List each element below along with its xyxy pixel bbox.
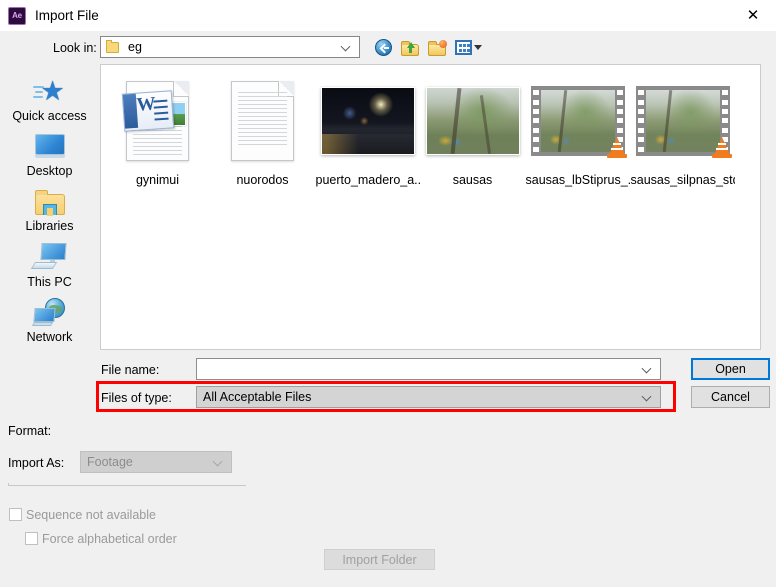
sidebar-item-this-pc[interactable]: This PC [0,240,99,295]
desktop-monitor-icon [33,129,67,163]
this-pc-icon [30,240,67,274]
import-as-select[interactable]: Footage [80,451,232,473]
files-of-type-label: Files of type: [101,391,172,405]
sidebar-item-desktop[interactable]: Desktop [0,129,99,184]
look-in-label: Look in: [53,41,97,55]
video-film-icon [630,73,735,169]
sidebar-item-label: This PC [27,274,72,289]
sidebar-item-network[interactable]: Network [0,295,99,350]
divider [8,485,246,486]
import-as-value: Footage [87,455,133,469]
import-file-dialog: Ae Import File ✕ Look in: eg ★ Quick acc… [0,0,776,587]
sidebar-item-label: Network [26,329,73,344]
file-name-label: sausas_silpnas_std [630,173,735,187]
back-arrow-icon [374,39,392,56]
sidebar-item-quick-access[interactable]: ★ Quick access [0,74,99,129]
view-menu-button[interactable] [453,37,483,58]
sidebar-item-libraries[interactable]: Libraries [0,184,99,239]
file-list-panel[interactable]: W gynimui nuorodos puerto_madero_a... sa… [100,64,761,350]
sidebar-item-label: Desktop [26,164,73,179]
chevron-down-icon[interactable] [643,392,652,401]
page-title: Import File [35,8,99,23]
files-of-type-value: All Acceptable Files [203,390,312,404]
file-item[interactable]: W gynimui [105,73,210,187]
new-folder-icon [427,39,447,56]
file-item[interactable]: sausas [420,73,525,187]
new-folder-button[interactable] [426,37,448,58]
force-alphabetical-checkbox[interactable] [25,532,38,545]
up-one-level-button[interactable] [399,37,421,58]
file-item[interactable]: sausas_silpnas_std [630,73,735,187]
chevron-down-icon [473,45,482,50]
photo-thumbnail [315,73,420,169]
cancel-button[interactable]: Cancel [691,386,770,408]
sidebar-item-label: Libraries [25,219,74,234]
look-in-value: eg [128,40,142,54]
sequence-checkbox-label: Sequence not available [26,508,156,522]
text-document-icon [210,73,315,169]
file-name-label: sausas_lbStiprus_... [525,173,630,187]
vlc-cone-icon [606,135,627,159]
file-name-label: nuorodos [236,173,289,187]
video-film-icon [525,73,630,169]
file-item[interactable]: sausas_lbStiprus_... [525,73,630,187]
ae-app-icon: Ae [8,6,26,25]
file-name-input[interactable] [196,358,661,380]
file-name-label: File name: [101,363,160,377]
files-of-type-combo[interactable]: All Acceptable Files [196,386,661,408]
quick-access-star-icon: ★ [32,74,67,108]
chevron-down-icon [342,42,351,51]
open-button[interactable]: Open [691,358,770,380]
file-name-label: sausas [452,173,493,187]
look-in-combo[interactable]: eg [100,36,360,58]
folder-up-icon [400,40,420,56]
file-item[interactable]: nuorodos [210,73,315,187]
chevron-down-icon[interactable] [643,364,652,373]
folder-icon [106,40,121,53]
file-name-label: gynimui [135,173,180,187]
import-as-label: Import As: [8,456,65,470]
sequence-checkbox[interactable] [9,508,22,521]
close-icon[interactable]: ✕ [730,0,776,31]
format-label: Format: [8,424,52,438]
file-name-label: puerto_madero_a... [315,173,420,187]
word-document-icon: W [105,73,210,169]
libraries-folder-icon [34,184,66,218]
file-item[interactable]: puerto_madero_a... [315,73,420,187]
places-sidebar: ★ Quick access Desktop Libraries This PC [0,64,99,350]
chevron-down-icon [214,457,223,466]
vlc-cone-icon [711,135,732,159]
import-folder-button[interactable]: Import Folder [324,549,435,570]
navigation-toolbar [372,37,483,58]
views-icon [454,40,472,55]
file-grid: W gynimui nuorodos puerto_madero_a... sa… [101,65,760,187]
sidebar-item-label: Quick access [12,109,87,123]
network-globe-icon [31,295,67,329]
force-alphabetical-checkbox-label: Force alphabetical order [42,532,177,546]
back-button[interactable] [372,37,394,58]
photo-thumbnail [420,73,525,169]
title-bar: Ae Import File ✕ [0,0,776,31]
